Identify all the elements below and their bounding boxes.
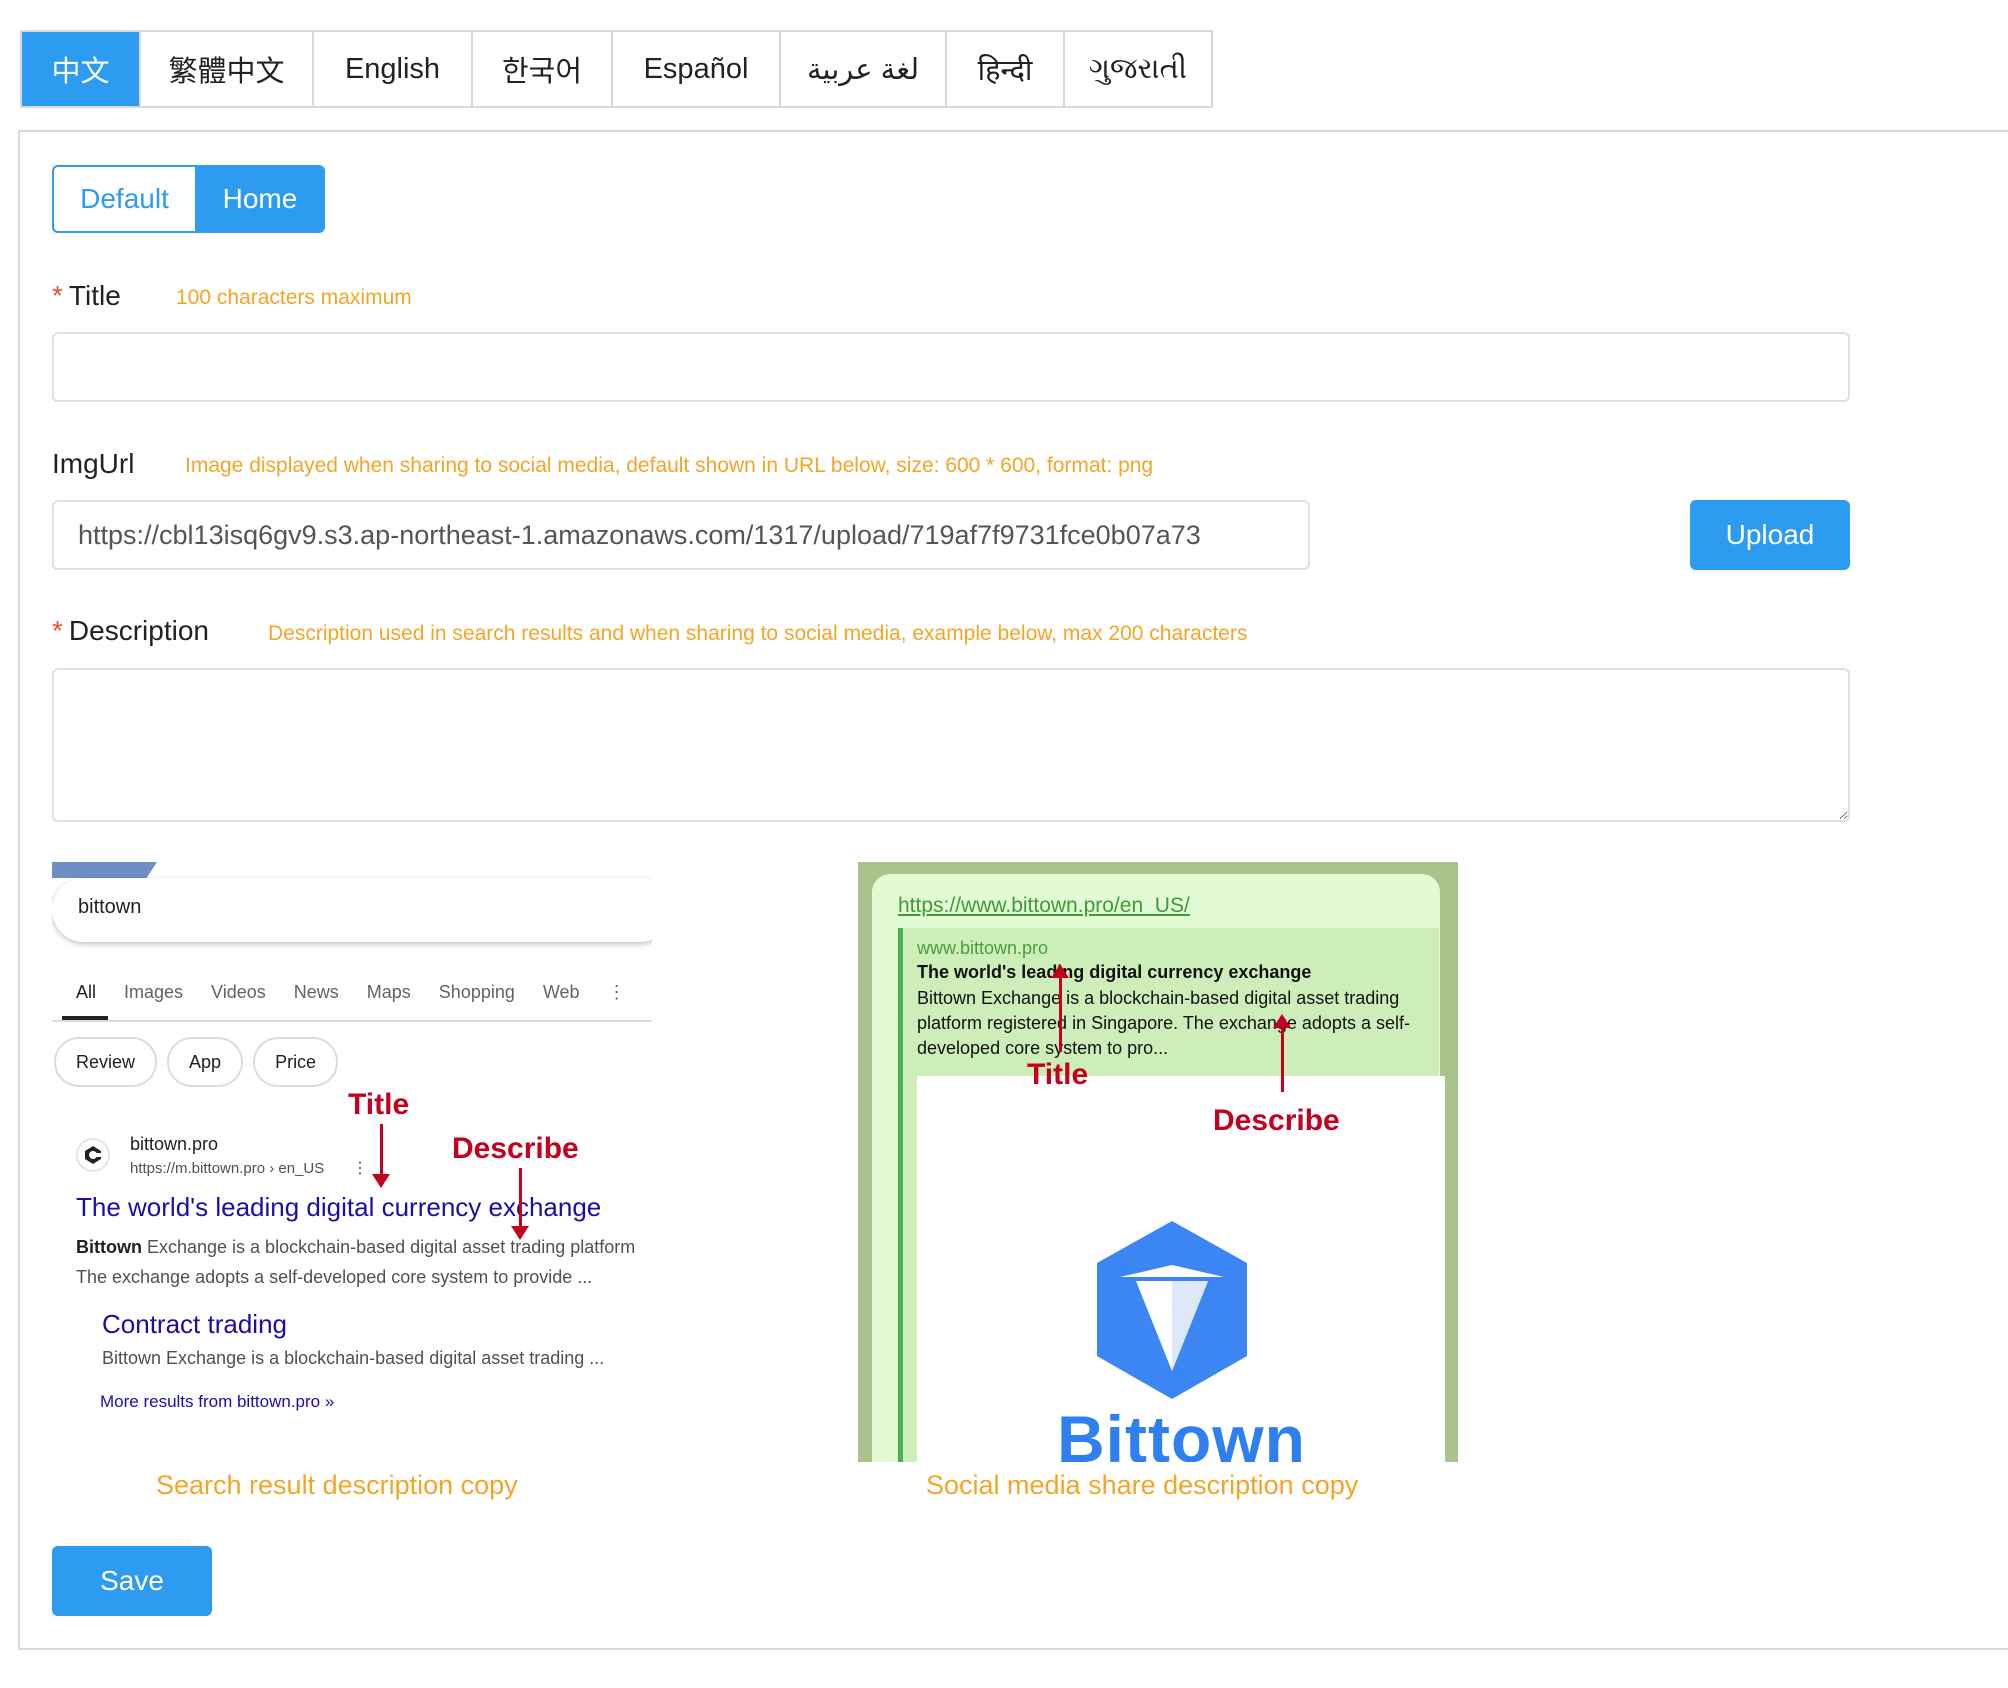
imgurl-label: ImgUrl bbox=[52, 448, 135, 479]
annotation-describe-arrowhead bbox=[511, 1226, 529, 1240]
toggle-home-button[interactable]: Home bbox=[195, 165, 325, 233]
search-tab-maps: Maps bbox=[366, 982, 411, 1002]
social-preview-caption: Social media share description copy bbox=[926, 1470, 1359, 1500]
search-tab-images: Images bbox=[124, 982, 184, 1002]
search-tab-more-icon: ⋮ bbox=[607, 982, 626, 1002]
imgurl-input[interactable] bbox=[52, 500, 1310, 570]
search-preview-caption: Search result description copy bbox=[156, 1470, 518, 1500]
search-result-preview-image: bittown All Images Videos News Maps Shop… bbox=[52, 862, 652, 1422]
annotation-title-arrow bbox=[1059, 976, 1062, 1052]
annotation-describe-arrow bbox=[519, 1168, 522, 1228]
search-result-snippet: Bittown Exchange is a blockchain-based d… bbox=[76, 1232, 635, 1292]
description-textarea[interactable] bbox=[52, 668, 1850, 822]
search-chip: Review bbox=[54, 1037, 158, 1087]
site-favicon-icon bbox=[76, 1138, 110, 1172]
title-label: * Title bbox=[52, 280, 121, 312]
search-tab-news: News bbox=[293, 982, 339, 1002]
lang-tab-ar[interactable]: لغة عربية bbox=[781, 32, 947, 106]
search-tab-shopping: Shopping bbox=[438, 982, 515, 1002]
bittown-logo-text: Bittown bbox=[1057, 1402, 1306, 1462]
lang-tab-en[interactable]: English bbox=[314, 32, 473, 106]
title-input[interactable] bbox=[52, 332, 1850, 402]
required-mark: * bbox=[52, 280, 63, 311]
toggle-default-button[interactable]: Default bbox=[52, 165, 195, 233]
search-tab-web: Web bbox=[542, 982, 580, 1002]
lang-tab-ko[interactable]: 한국어 bbox=[473, 32, 613, 106]
search-site-name: bittown.pro bbox=[130, 1134, 219, 1154]
link-preview-card: www.bittown.pro The world's leading digi… bbox=[898, 928, 1445, 1462]
link-preview-site: www.bittown.pro bbox=[917, 938, 1049, 958]
lang-tab-gu[interactable]: ગુજરાતી bbox=[1065, 32, 1213, 106]
search-tab-all: All bbox=[76, 982, 97, 1002]
search-snippet-line1-rest: Exchange is a blockchain-based digital a… bbox=[141, 1237, 636, 1257]
search-snippet-line2: The exchange adopts a self-developed cor… bbox=[76, 1267, 593, 1287]
save-button[interactable]: Save bbox=[52, 1546, 212, 1616]
search-result-title: The world's leading digital currency exc… bbox=[76, 1192, 602, 1222]
search-sub-result-snippet: Bittown Exchange is a blockchain-based d… bbox=[102, 1348, 605, 1368]
search-chip: Price bbox=[253, 1037, 339, 1087]
lang-tab-es[interactable]: Español bbox=[613, 32, 781, 106]
upload-button[interactable]: Upload bbox=[1690, 500, 1850, 570]
language-tabs: 中文 繁體中文 English 한국어 Español لغة عربية हि… bbox=[20, 30, 1213, 108]
page-toggle: Default Home bbox=[52, 165, 325, 233]
annotation-title-arrow bbox=[380, 1124, 383, 1176]
kebab-icon: ⋮ bbox=[352, 1160, 368, 1177]
search-site-url: https://m.bittown.pro › en_US bbox=[130, 1160, 325, 1177]
search-snippet-line1: Bittown Exchange is a blockchain-based d… bbox=[76, 1232, 635, 1262]
search-more-results-link: More results from bittown.pro » bbox=[100, 1392, 335, 1411]
description-label: * Description bbox=[52, 615, 209, 647]
annotation-title: Title bbox=[348, 1088, 410, 1121]
search-tab-videos: Videos bbox=[211, 982, 266, 1002]
link-preview-description: Bittown Exchange is a blockchain-based d… bbox=[917, 988, 1410, 1058]
imgurl-hint: Image displayed when sharing to social m… bbox=[185, 454, 1154, 477]
annotation-describe-arrow bbox=[1281, 1026, 1284, 1092]
search-corner-decoration bbox=[52, 862, 157, 878]
title-hint: 100 characters maximum bbox=[176, 286, 412, 309]
search-sub-result-title: Contract trading bbox=[102, 1309, 287, 1339]
search-chips: Review App Price bbox=[54, 1037, 348, 1087]
lang-tab-zh-tw[interactable]: 繁體中文 bbox=[141, 32, 314, 106]
bittown-logo-icon bbox=[1097, 1221, 1247, 1399]
search-divider bbox=[52, 1020, 652, 1022]
lang-tab-hi[interactable]: हिन्दी bbox=[947, 32, 1065, 106]
title-label-text: Title bbox=[68, 280, 121, 311]
link-preview-image: Bittown bbox=[917, 1076, 1445, 1462]
social-share-preview-image: https://www.bittown.pro/en_US/ www.bitto… bbox=[858, 862, 1458, 1462]
search-tabs: All Images Videos News Maps Shopping Web… bbox=[76, 982, 652, 1003]
annotation-title-arrowhead bbox=[372, 1174, 390, 1188]
search-chip: App bbox=[167, 1037, 244, 1087]
chat-bubble: https://www.bittown.pro/en_US/ www.bitto… bbox=[872, 874, 1445, 1462]
social-share-link: https://www.bittown.pro/en_US/ bbox=[898, 894, 1190, 917]
annotation-describe: Describe bbox=[1213, 1104, 1340, 1137]
description-hint: Description used in search results and w… bbox=[268, 622, 1248, 645]
search-snippet-bold: Bittown bbox=[76, 1237, 142, 1257]
annotation-title: Title bbox=[1027, 1058, 1089, 1091]
description-label-text: Description bbox=[68, 615, 209, 646]
lang-tab-zh[interactable]: 中文 bbox=[22, 32, 141, 106]
search-query: bittown bbox=[78, 896, 142, 918]
search-box bbox=[52, 878, 652, 942]
annotation-describe: Describe bbox=[452, 1132, 579, 1165]
required-mark: * bbox=[52, 615, 63, 646]
link-preview-title: The world's leading digital currency exc… bbox=[917, 962, 1312, 982]
